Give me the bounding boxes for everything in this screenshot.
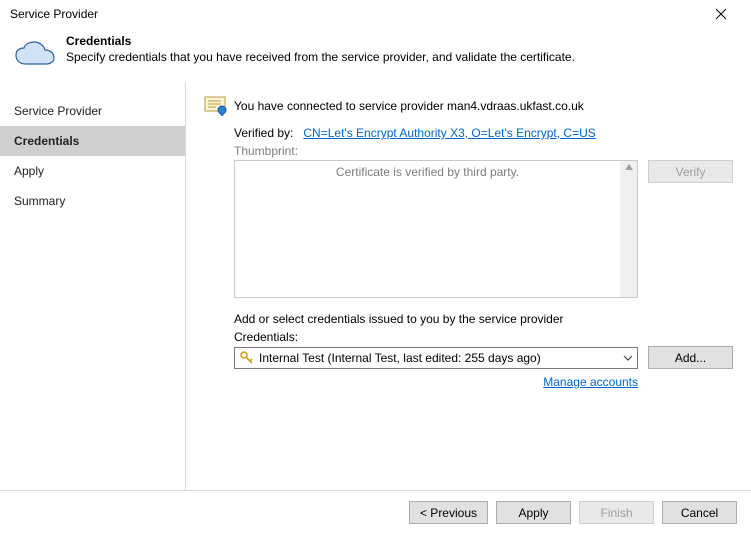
sidebar-item-service-provider[interactable]: Service Provider (0, 96, 185, 126)
previous-button[interactable]: < Previous (409, 501, 488, 524)
thumbprint-scroll-up[interactable] (620, 161, 637, 297)
add-button[interactable]: Add... (648, 346, 733, 369)
certificate-icon (204, 96, 228, 116)
verified-by-label: Verified by: (234, 126, 293, 140)
chevron-down-icon[interactable] (619, 348, 637, 368)
sidebar: Service Provider Credentials Apply Summa… (0, 82, 186, 490)
manage-accounts-link[interactable]: Manage accounts (543, 375, 638, 389)
finish-button: Finish (579, 501, 654, 524)
credentials-selected-text: Internal Test (Internal Test, last edite… (259, 351, 619, 365)
window-title: Service Provider (10, 7, 98, 21)
cancel-button[interactable]: Cancel (662, 501, 737, 524)
connected-text: You have connected to service provider m… (234, 99, 584, 113)
credentials-label: Credentials: (234, 330, 733, 344)
close-button[interactable] (701, 3, 741, 25)
cloud-icon (14, 40, 56, 68)
thumbprint-label: Thumbprint: (234, 144, 733, 158)
sidebar-item-credentials[interactable]: Credentials (0, 126, 185, 156)
apply-button[interactable]: Apply (496, 501, 571, 524)
page-subheading: Specify credentials that you have receiv… (66, 50, 575, 64)
page-heading: Credentials (66, 34, 575, 48)
thumbprint-box: Certificate is verified by third party. (234, 160, 638, 298)
credentials-instruction: Add or select credentials issued to you … (234, 312, 733, 326)
thumbprint-text: Certificate is verified by third party. (235, 161, 620, 297)
verified-by-link[interactable]: CN=Let's Encrypt Authority X3, O=Let's E… (303, 126, 595, 140)
credentials-combobox[interactable]: Internal Test (Internal Test, last edite… (234, 347, 638, 369)
sidebar-item-apply[interactable]: Apply (0, 156, 185, 186)
verify-button: Verify (648, 160, 733, 183)
key-icon (239, 350, 255, 366)
sidebar-item-summary[interactable]: Summary (0, 186, 185, 216)
